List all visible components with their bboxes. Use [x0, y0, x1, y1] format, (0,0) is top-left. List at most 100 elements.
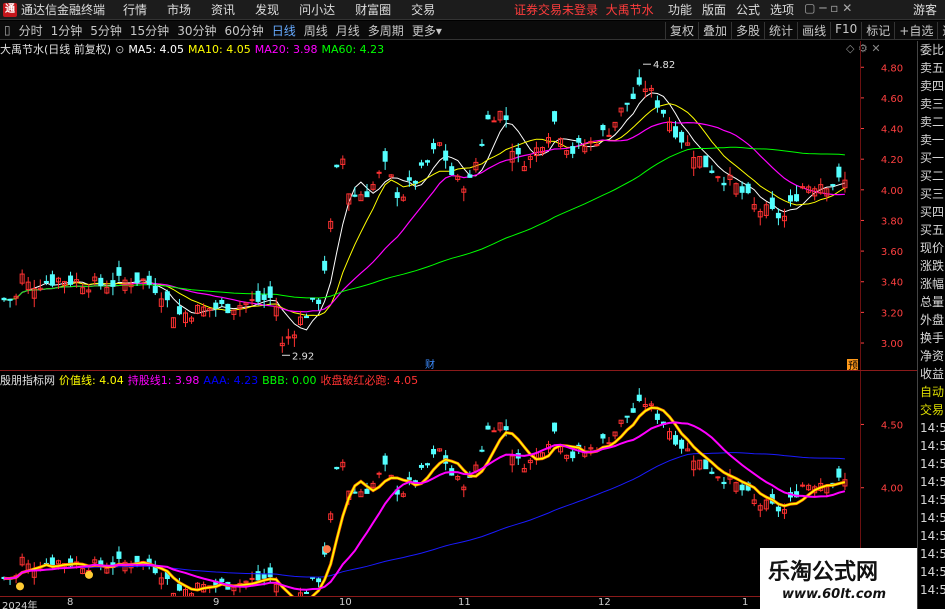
quote-label[interactable]: 卖三	[918, 95, 945, 113]
price-tick: 4.40	[881, 125, 903, 136]
indicator-bar-body	[503, 426, 509, 431]
period-tab-daily[interactable]: 日线	[268, 22, 300, 39]
kline-body	[576, 137, 582, 143]
tool-mark[interactable]: 标记	[861, 21, 894, 39]
date-tick: 11	[458, 597, 471, 608]
period-tab-15min[interactable]: 15分钟	[126, 22, 173, 39]
quote-label[interactable]: 收益	[918, 365, 945, 383]
kline-body	[830, 184, 836, 187]
toolbar-grid-icon[interactable]: ▯	[0, 23, 15, 37]
menu-item-quotes[interactable]: 行情	[123, 1, 147, 18]
period-tab-5min[interactable]: 5分钟	[86, 22, 126, 39]
kline-body	[479, 143, 485, 146]
quote-label[interactable]: 买三	[918, 185, 945, 203]
quote-label[interactable]: 外盘	[918, 311, 945, 329]
kline-body	[334, 164, 340, 168]
price-tick: 3.00	[881, 339, 903, 350]
period-tab-multi[interactable]: 多周期	[364, 22, 408, 39]
kline-body	[491, 120, 497, 123]
quote-label[interactable]: 涨跌	[918, 257, 945, 275]
kline-body	[679, 131, 685, 143]
quote-label[interactable]: 卖五	[918, 59, 945, 77]
indicator-bar-body	[418, 464, 424, 468]
kline-body	[316, 299, 322, 305]
indicator-bar-body	[600, 434, 606, 439]
period-tab-1min[interactable]: 1分钟	[47, 22, 87, 39]
kline-body	[745, 183, 751, 194]
tool-stats[interactable]: 统计	[764, 21, 797, 39]
menu-item-wealth[interactable]: 财富圈	[355, 1, 391, 18]
kline-body	[267, 286, 273, 298]
quote-label[interactable]: 委比	[918, 41, 945, 59]
kline-body	[600, 125, 606, 131]
signal-dot	[323, 545, 331, 554]
date-tick: 10	[339, 597, 352, 608]
trade-time: 14:56	[920, 493, 945, 507]
app-title: 通达信金融终端	[21, 3, 106, 17]
indicator-bar-body	[304, 591, 309, 594]
tool-adjust[interactable]: 复权	[665, 21, 698, 39]
kline-body	[322, 260, 328, 271]
menu-item-market[interactable]: 市场	[167, 1, 191, 18]
quote-label[interactable]: 涨幅	[918, 275, 945, 293]
menu-item-ask[interactable]: 问小达	[299, 1, 335, 18]
kline-body	[49, 274, 55, 286]
kline-body	[636, 77, 642, 85]
period-tab-weekly[interactable]: 周线	[300, 22, 332, 39]
menu-options[interactable]: 选项	[770, 1, 794, 18]
signal-dot	[16, 582, 24, 591]
tool-multistock[interactable]: 多股	[731, 21, 764, 39]
tool-add-watchlist[interactable]: +自选	[894, 21, 937, 39]
kline-body	[485, 114, 491, 120]
quote-label[interactable]: 现价	[918, 239, 945, 257]
quote-label[interactable]: 换手	[918, 329, 945, 347]
date-tick: 12	[598, 597, 611, 608]
period-tab-timeshare[interactable]: 分时	[15, 22, 47, 39]
price-tick: 4.60	[881, 94, 903, 105]
period-tab-60min[interactable]: 60分钟	[220, 22, 267, 39]
stock-name-label: 大禹节水	[605, 3, 654, 17]
quote-label[interactable]: 买二	[918, 167, 945, 185]
kline-body	[98, 277, 104, 287]
kline-body	[255, 290, 261, 302]
menu-layout[interactable]: 版面	[702, 1, 726, 18]
period-tab-more[interactable]: 更多▾	[408, 22, 446, 39]
indicator-bar-body	[255, 571, 261, 581]
kline-chart[interactable]: 3.00 3.20 3.40 3.60 3.80 4.00 4.20 4.40 4.60 4.80…	[0, 41, 917, 596]
tool-overlay[interactable]: 叠加	[698, 21, 731, 39]
tool-f10[interactable]: F10	[830, 21, 861, 39]
menu-item-trade[interactable]: 交易	[411, 1, 435, 18]
kline-body	[552, 111, 558, 122]
period-tab-30min[interactable]: 30分钟	[173, 22, 220, 39]
quote-panel: 委比 卖五 卖四 卖三 卖二 卖一 买一 买二 买三 买四 买五 现价 涨跌 涨…	[917, 41, 945, 609]
tool-back[interactable]: 返回	[937, 21, 945, 39]
period-tab-monthly[interactable]: 月线	[332, 22, 364, 39]
quote-label[interactable]: 总量	[918, 293, 945, 311]
quote-label[interactable]: 卖一	[918, 131, 945, 149]
watermark-url: www.60lt.com	[782, 587, 887, 602]
auto-trade-label[interactable]: 交易	[918, 401, 945, 419]
quote-label[interactable]: 买四	[918, 203, 945, 221]
guest-user[interactable]: 游客	[913, 1, 937, 18]
price-tick: 3.60	[881, 247, 903, 258]
kline-body	[594, 144, 600, 147]
quote-label[interactable]: 卖四	[918, 77, 945, 95]
quote-label[interactable]: 买五	[918, 221, 945, 239]
kline-body	[425, 160, 430, 163]
indicator-bar-body	[721, 481, 727, 485]
quote-label[interactable]: 买一	[918, 149, 945, 167]
kline-body	[606, 134, 612, 137]
indicator-bar-body	[485, 425, 491, 430]
quote-label[interactable]: 卖二	[918, 113, 945, 131]
menu-formula[interactable]: 公式	[736, 1, 760, 18]
trade-login-notice[interactable]: 证券交易未登录 大禹节水	[514, 1, 654, 18]
indicator-tick: 4.50	[881, 420, 903, 431]
menu-item-news[interactable]: 资讯	[211, 1, 235, 18]
auto-trade-label[interactable]: 自动	[918, 383, 945, 401]
menu-item-discover[interactable]: 发现	[255, 1, 279, 18]
quote-label[interactable]: 净资	[918, 347, 945, 365]
indicator-tick: 4.00	[881, 484, 903, 495]
menu-window-controls[interactable]: ▢ ─ ▫ ✕	[804, 1, 852, 18]
menu-function[interactable]: 功能	[668, 1, 692, 18]
tool-draw[interactable]: 画线	[797, 21, 830, 39]
